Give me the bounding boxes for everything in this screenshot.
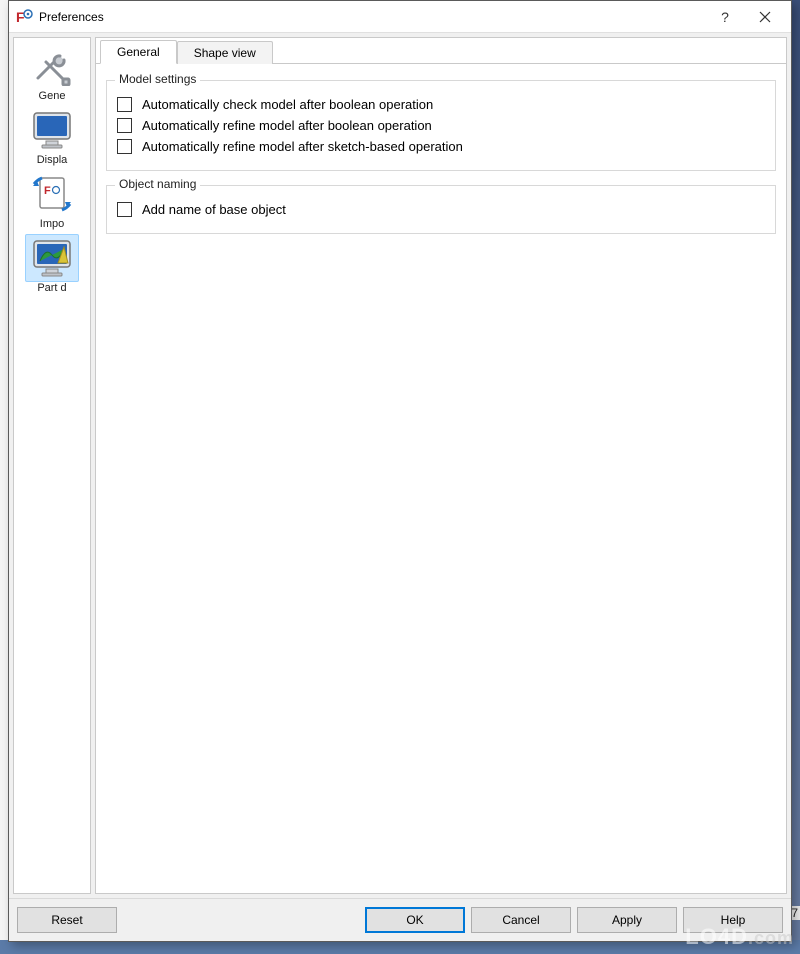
checkbox-icon [117, 97, 132, 112]
svg-text:F: F [44, 185, 51, 197]
sidebar-item-label: Displa [16, 154, 88, 166]
svg-text:F: F [16, 9, 25, 25]
dialog-button-row: Reset OK Cancel Apply Help [9, 898, 791, 941]
close-icon [759, 11, 771, 23]
checkbox-label: Automatically check model after boolean … [142, 97, 433, 112]
checkbox-icon [117, 118, 132, 133]
sidebar-item-part-design[interactable]: Part d [14, 230, 90, 294]
checkbox-auto-refine-boolean[interactable]: Automatically refine model after boolean… [117, 118, 765, 133]
tab-shape-view[interactable]: Shape view [177, 41, 273, 64]
checkbox-icon [117, 139, 132, 154]
part-design-icon [28, 237, 76, 279]
cancel-button[interactable]: Cancel [471, 907, 571, 933]
close-button[interactable] [745, 2, 785, 32]
sidebar-item-general[interactable]: Gene [14, 38, 90, 102]
checkbox-label: Automatically refine model after sketch-… [142, 139, 463, 154]
help-button[interactable]: ? [705, 2, 745, 32]
background-bottom-bar [0, 940, 800, 954]
sidebar-item-label: Impo [16, 218, 88, 230]
checkbox-icon [117, 202, 132, 217]
app-icon: F [15, 8, 33, 26]
monitor-icon [28, 109, 76, 151]
content-area: Gene Displa [9, 33, 791, 898]
sidebar-item-label: Part d [16, 282, 88, 294]
tab-content-general: Model settings Automatically check model… [96, 64, 786, 258]
window-title: Preferences [39, 10, 705, 24]
group-object-naming: Object naming Add name of base object [106, 185, 776, 234]
checkbox-auto-check-boolean[interactable]: Automatically check model after boolean … [117, 97, 765, 112]
import-export-icon: F [28, 172, 76, 216]
checkbox-label: Add name of base object [142, 202, 286, 217]
sidebar-item-display[interactable]: Displa [14, 102, 90, 166]
titlebar: F Preferences ? [9, 1, 791, 33]
apply-button[interactable]: Apply [577, 907, 677, 933]
sidebar: Gene Displa [13, 37, 91, 894]
checkbox-auto-refine-sketch[interactable]: Automatically refine model after sketch-… [117, 139, 765, 154]
help-button-bottom[interactable]: Help [683, 907, 783, 933]
group-title: Object naming [115, 177, 200, 191]
ok-button[interactable]: OK [365, 907, 465, 933]
reset-button[interactable]: Reset [17, 907, 117, 933]
checkbox-add-base-name[interactable]: Add name of base object [117, 202, 765, 217]
sidebar-item-label: Gene [16, 90, 88, 102]
sidebar-item-import[interactable]: F Impo [14, 166, 90, 230]
preferences-dialog: F Preferences ? [8, 0, 792, 942]
group-model-settings: Model settings Automatically check model… [106, 80, 776, 171]
checkbox-label: Automatically refine model after boolean… [142, 118, 432, 133]
tab-bar: General Shape view [96, 38, 786, 64]
tab-general[interactable]: General [100, 40, 177, 64]
group-title: Model settings [115, 72, 200, 86]
main-panel: General Shape view Model settings Automa… [95, 37, 787, 894]
button-spacer [123, 907, 359, 933]
tools-icon [30, 46, 74, 86]
